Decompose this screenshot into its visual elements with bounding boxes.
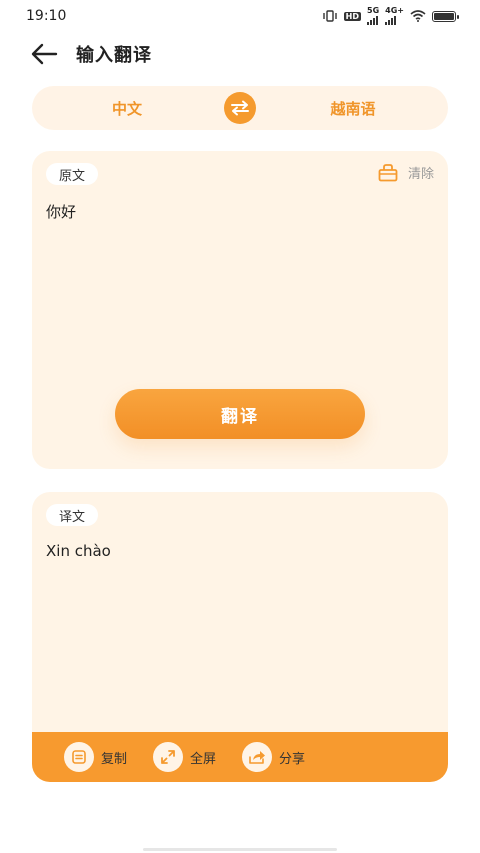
signal-5g-icon: 5G [367, 7, 379, 25]
header: 输入翻译 [0, 34, 480, 74]
copy-label: 复制 [101, 751, 128, 767]
status-bar: 19:10 HD 5G 4G+ [0, 0, 480, 32]
language-bar: 中文 越南语 [32, 86, 448, 130]
hd-icon: HD [343, 11, 362, 21]
net2-label: 4G+ [385, 6, 404, 15]
fullscreen-label: 全屏 [190, 751, 217, 767]
arrow-left-icon[interactable] [30, 42, 58, 66]
vibrate-icon [322, 10, 337, 22]
share-icon [249, 751, 266, 764]
fullscreen-icon [161, 750, 175, 764]
target-chip: 译文 [46, 504, 99, 526]
status-time: 19:10 [26, 8, 67, 24]
fullscreen-button[interactable]: 全屏 [153, 742, 216, 772]
source-card: 原文 清除 你好 翻译 [32, 151, 448, 469]
source-text-input[interactable]: 你好 [46, 201, 426, 222]
swap-arrows-icon [231, 100, 249, 116]
net1-label: 5G [367, 6, 380, 15]
hd-label: HD [343, 11, 362, 21]
action-bar: 复制 全屏 分享 [32, 732, 448, 782]
wifi-icon [410, 10, 426, 22]
swap-language-button[interactable] [224, 92, 256, 124]
source-language-button[interactable]: 中文 [32, 98, 222, 119]
signal-4g-icon: 4G+ [385, 7, 404, 25]
clear-label: 清除 [407, 167, 434, 182]
page-title: 输入翻译 [76, 45, 152, 66]
target-language-button[interactable]: 越南语 [258, 98, 448, 119]
target-card: 译文 Xin chào 复制 全屏 分享 [32, 492, 448, 782]
share-label: 分享 [279, 751, 306, 767]
translate-button[interactable]: 翻译 [115, 389, 365, 439]
share-button[interactable]: 分享 [242, 742, 305, 772]
copy-button[interactable]: 复制 [64, 742, 127, 772]
translation-text: Xin chào [46, 542, 111, 560]
home-indicator[interactable] [143, 848, 337, 851]
source-chip: 原文 [46, 163, 99, 185]
clear-button[interactable]: 清除 [378, 163, 434, 182]
status-icons: HD 5G 4G+ [322, 7, 459, 25]
basket-icon [378, 163, 398, 181]
copy-icon [72, 750, 86, 764]
battery-icon [432, 10, 459, 22]
